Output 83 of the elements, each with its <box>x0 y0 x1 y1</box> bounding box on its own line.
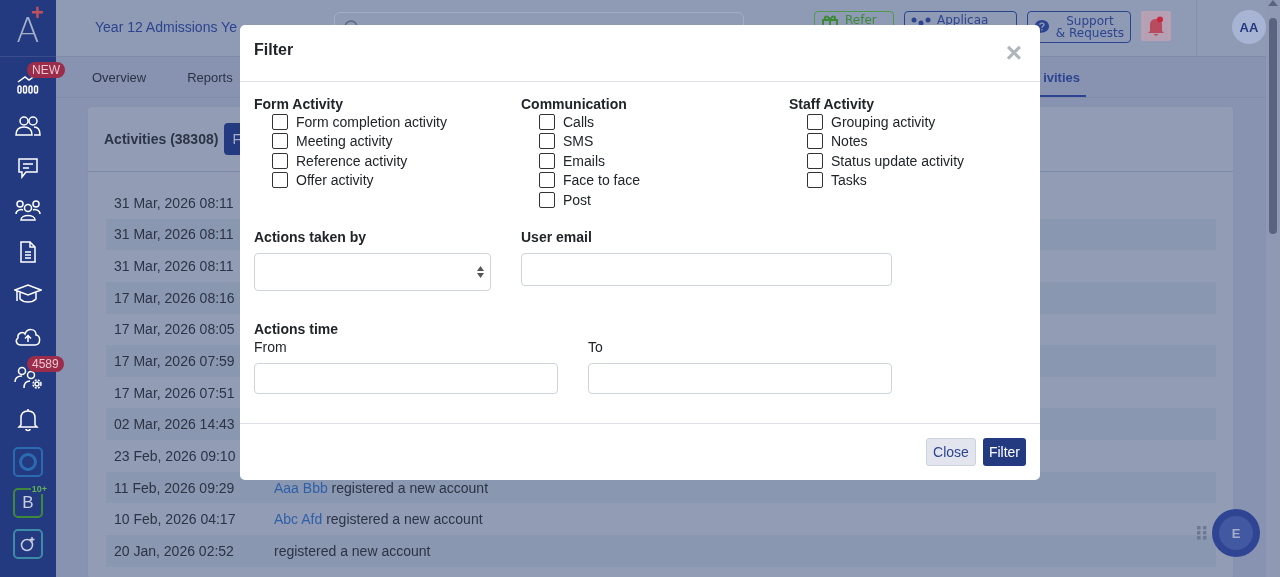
chart-icon <box>16 73 40 95</box>
checkbox[interactable] <box>539 172 555 189</box>
checkbox[interactable] <box>272 172 288 189</box>
field-label: User email <box>521 228 593 245</box>
scroll-thumb[interactable] <box>1269 18 1277 234</box>
date-cell-text: 17 Mar, 2026 08:16 <box>113 289 236 306</box>
checkbox-label: Post <box>563 191 591 208</box>
checkbox[interactable] <box>807 172 823 189</box>
checkbox-label: Face to face <box>563 172 641 189</box>
date-cell-text: 02 Mar, 2026 14:43 <box>113 416 236 433</box>
activity-text: Aaa Bbb registered a new account <box>274 479 489 496</box>
date-cell-text: 17 Mar, 2026 07:59 <box>113 353 236 369</box>
group-title: Communication <box>521 96 628 112</box>
checkbox[interactable] <box>272 152 288 169</box>
count-badge: NEW <box>27 62 65 78</box>
app-tile[interactable] <box>13 447 43 477</box>
group-title: Staff Activity <box>789 96 876 112</box>
checkbox-label: Tasks <box>831 172 867 189</box>
chat-button[interactable]: E <box>1212 509 1260 557</box>
checkbox-label: Offer activity <box>296 172 374 189</box>
date-cell-text: 10 Feb, 2026 04:17 <box>113 511 237 528</box>
checkbox-label: Notes <box>831 133 868 150</box>
bell-icon <box>17 408 39 432</box>
checkbox[interactable] <box>807 152 823 169</box>
checkbox[interactable] <box>539 133 555 150</box>
field-label: Actions time <box>254 320 339 337</box>
drag-handle-icon[interactable] <box>1197 526 1207 540</box>
date-input[interactable] <box>254 362 558 394</box>
checkbox[interactable] <box>539 113 555 130</box>
count-badge: 4589 <box>27 356 64 372</box>
email-input[interactable] <box>521 252 892 286</box>
user-link[interactable]: Aaa Bbb <box>274 479 328 496</box>
close-button[interactable]: Close <box>926 438 976 466</box>
checkbox[interactable] <box>807 133 823 150</box>
date-cell-text: 11 Feb, 2026 09:29 <box>113 479 236 496</box>
message-icon <box>17 157 39 179</box>
field-label: Actions taken by <box>254 228 368 245</box>
scrollbar[interactable] <box>1266 0 1280 577</box>
checkbox-label: Status update activity <box>831 152 965 169</box>
tab[interactable]: Overview <box>86 57 153 97</box>
date-cell-text: 17 Mar, 2026 07:51 <box>113 384 236 401</box>
scroll-up-icon <box>1268 0 1278 6</box>
app-tile[interactable] <box>13 529 43 559</box>
checkbox-label: Form completion activity <box>296 113 447 130</box>
filter-button[interactable]: Filter <box>982 438 1026 466</box>
user-link[interactable]: Abc Afd <box>274 511 323 528</box>
date-cell-text: 20 Jan, 2026 02:52 <box>113 542 235 559</box>
circle-plus-icon <box>19 535 37 553</box>
group-title: Form Activity <box>254 96 344 112</box>
group-icon <box>15 199 41 221</box>
checkbox[interactable] <box>539 152 555 169</box>
date-cell-text: 31 Mar, 2026 08:11 <box>113 194 235 211</box>
card-title: Activities (38308) <box>104 131 219 147</box>
sort-arrows-icon <box>477 265 484 278</box>
graduation-cap-icon <box>14 283 42 305</box>
field-label: From <box>254 338 288 355</box>
checkbox[interactable] <box>272 113 288 130</box>
checkbox-label: Reference activity <box>296 152 408 169</box>
activity-text: Abc Afd registered a new account <box>274 511 483 528</box>
checkbox-label: Meeting activity <box>296 133 393 150</box>
ring-icon <box>18 452 38 472</box>
activity-text: registered a new account <box>274 542 431 559</box>
users-icon <box>15 115 41 137</box>
checkbox-label: Calls <box>563 113 595 130</box>
checkbox[interactable] <box>539 191 555 208</box>
dialog-title: Filter <box>254 41 294 59</box>
tab[interactable]: Reports <box>181 57 239 97</box>
date-cell-text: 23 Feb, 2026 09:10 <box>113 447 237 464</box>
user-avatar[interactable]: AA <box>1232 10 1266 44</box>
select-field[interactable] <box>254 252 491 291</box>
date-input[interactable] <box>588 362 892 394</box>
bell-icon <box>1147 16 1165 36</box>
field-label: To <box>588 338 604 355</box>
user-gear-icon <box>14 366 42 390</box>
checkbox-label: SMS <box>563 133 594 150</box>
checkbox[interactable] <box>272 133 288 150</box>
tile-superscript: 10+ <box>30 484 48 494</box>
date-cell-text: 31 Mar, 2026 08:11 <box>113 258 235 275</box>
checkbox[interactable] <box>807 113 823 130</box>
checkbox-label: Emails <box>563 152 605 169</box>
page-title: Year 12 Admissions Ye <box>95 19 238 35</box>
document-icon <box>19 240 37 264</box>
checkbox-label: Grouping activity <box>831 113 936 130</box>
